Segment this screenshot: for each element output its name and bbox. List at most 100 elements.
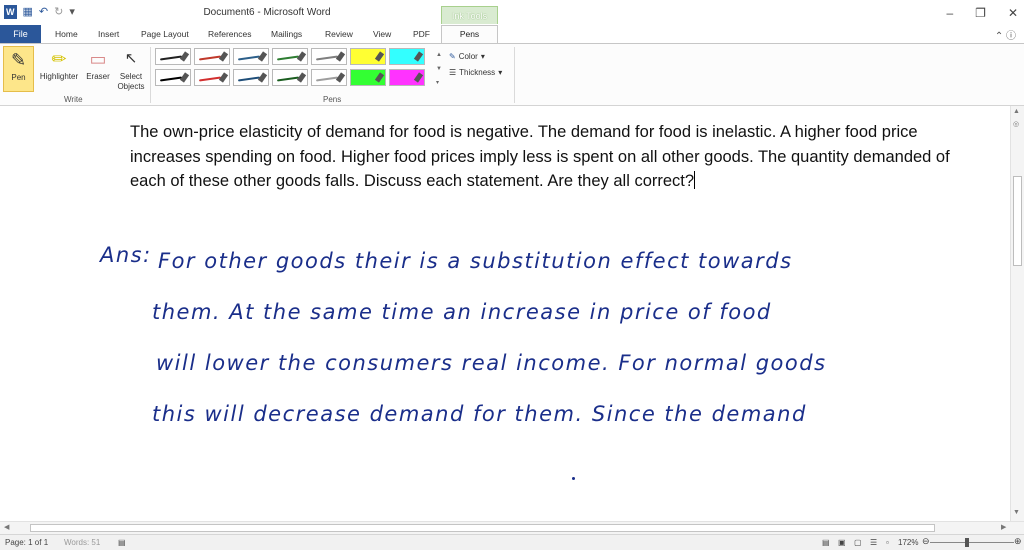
horizontal-scroll-thumb[interactable] bbox=[30, 524, 935, 532]
handwriting-line: will lower the consumers real income. Fo… bbox=[156, 351, 827, 375]
pen-tip-icon bbox=[257, 72, 268, 83]
ink-tools-context-label: Ink Tools bbox=[441, 6, 498, 26]
ink-dot bbox=[572, 477, 575, 480]
draft-icon[interactable]: ▫ bbox=[886, 538, 889, 547]
outline-icon[interactable]: ☰ bbox=[870, 538, 877, 547]
pen-tip-icon bbox=[218, 51, 229, 62]
pen-swatch[interactable] bbox=[311, 69, 347, 86]
color-button[interactable]: ✎ Color ▾ bbox=[449, 48, 502, 64]
thickness-button[interactable]: ☰ Thickness ▾ bbox=[449, 64, 502, 80]
pen-tip-icon bbox=[413, 51, 424, 62]
select-objects-label: Select Objects bbox=[117, 72, 145, 91]
pen-swatch[interactable] bbox=[155, 48, 191, 65]
document-canvas[interactable]: The own-price elasticity of demand for f… bbox=[0, 106, 1010, 521]
pen-icon: ✎ bbox=[10, 50, 27, 70]
cursor-icon: ↖ bbox=[124, 50, 138, 67]
zoom-level[interactable]: 172% bbox=[898, 538, 918, 547]
pen-tip-icon bbox=[296, 51, 307, 62]
pen-tip-icon bbox=[335, 72, 346, 83]
pen-swatch[interactable] bbox=[155, 69, 191, 86]
ruler-toggle-icon[interactable]: ◎ bbox=[1013, 120, 1019, 128]
help-icon[interactable]: ⌃ ⓘ bbox=[995, 27, 1016, 42]
highlighter-swatch[interactable] bbox=[350, 69, 386, 86]
proofing-icon[interactable]: ▤ bbox=[118, 538, 126, 547]
highlighter-icon: ✏ bbox=[51, 49, 67, 69]
window-controls: – ❐ ✕ bbox=[946, 6, 1018, 20]
select-objects-button[interactable]: ↖ Select Objects bbox=[115, 46, 147, 92]
scroll-down-icon[interactable]: ▼ bbox=[1013, 509, 1020, 516]
handwriting-line: Ans: bbox=[100, 243, 152, 267]
pen-tip-icon bbox=[335, 51, 346, 62]
pens-group-label: Pens bbox=[323, 95, 342, 104]
pen-tip-icon bbox=[296, 72, 307, 83]
text-caret bbox=[694, 171, 696, 189]
eraser-icon: ▭ bbox=[89, 49, 107, 69]
pen-tip-icon bbox=[179, 51, 190, 62]
tab-references[interactable]: References bbox=[208, 26, 251, 42]
tab-home[interactable]: Home bbox=[55, 26, 78, 42]
word-window: W ▦ ↶ ↻ ▾ Document6 - Microsoft Word Ink… bbox=[0, 0, 1024, 550]
pen-button[interactable]: ✎ Pen bbox=[3, 46, 34, 92]
pen-tip-icon bbox=[257, 51, 268, 62]
tab-file[interactable]: File bbox=[0, 25, 41, 43]
pen-tip-icon bbox=[374, 51, 385, 62]
group-separator bbox=[514, 47, 515, 103]
highlighter-swatch[interactable] bbox=[389, 69, 425, 86]
handwriting-line: them. At the same time an increase in pr… bbox=[152, 300, 772, 324]
zoom-slider[interactable] bbox=[930, 538, 1014, 547]
web-layout-icon[interactable]: ▢ bbox=[854, 538, 862, 547]
pen-swatch[interactable] bbox=[194, 69, 230, 86]
highlighter-button[interactable]: ✏ Highlighter bbox=[36, 46, 82, 92]
zoom-in-icon[interactable]: ⊕ bbox=[1014, 536, 1022, 547]
pen-swatch[interactable] bbox=[233, 48, 269, 65]
tab-pdf[interactable]: PDF bbox=[413, 26, 430, 42]
close-icon[interactable]: ✕ bbox=[1008, 6, 1018, 20]
print-layout-icon[interactable]: ▤ bbox=[822, 538, 830, 547]
pen-tip-icon bbox=[374, 72, 385, 83]
pen-label: Pen bbox=[11, 73, 26, 82]
horizontal-scrollbar[interactable]: ◀ ▶ bbox=[0, 521, 1024, 534]
highlighter-label: Highlighter bbox=[39, 72, 79, 81]
pen-tip-icon bbox=[413, 72, 424, 83]
pen-swatch[interactable] bbox=[272, 48, 308, 65]
minimize-icon[interactable]: – bbox=[946, 6, 953, 20]
scroll-left-icon[interactable]: ◀ bbox=[4, 523, 9, 531]
zoom-out-icon[interactable]: ⊖ bbox=[922, 536, 930, 547]
tab-page-layout[interactable]: Page Layout bbox=[141, 26, 189, 42]
thickness-icon: ☰ bbox=[449, 67, 457, 77]
handwriting-line: this will decrease demand for them. Sinc… bbox=[152, 402, 807, 426]
tab-pens[interactable]: Pens bbox=[441, 25, 498, 45]
full-screen-icon[interactable]: ▣ bbox=[838, 538, 846, 547]
scroll-up-icon[interactable]: ▲ bbox=[1013, 108, 1020, 115]
pen-swatch[interactable] bbox=[311, 48, 347, 65]
window-title: Document6 - Microsoft Word bbox=[203, 7, 331, 18]
group-separator bbox=[150, 47, 151, 103]
vertical-scroll-thumb[interactable] bbox=[1013, 176, 1022, 266]
pen-swatch[interactable] bbox=[272, 69, 308, 86]
pens-gallery bbox=[155, 48, 435, 86]
pen-tip-icon bbox=[179, 72, 190, 83]
write-group-label: Write bbox=[64, 95, 83, 104]
scroll-right-icon[interactable]: ▶ bbox=[1001, 523, 1006, 531]
pen-swatch[interactable] bbox=[233, 69, 269, 86]
status-bar: Page: 1 of 1 Words: 51 ▤ ▤ ▣ ▢ ☰ ▫ 172% … bbox=[0, 534, 1024, 550]
eraser-button[interactable]: ▭ Eraser bbox=[83, 46, 113, 92]
restore-icon[interactable]: ❐ bbox=[975, 6, 986, 20]
vertical-scrollbar[interactable]: ▲ ◎ ▼ bbox=[1010, 106, 1024, 521]
highlighter-swatch[interactable] bbox=[389, 48, 425, 65]
document-text[interactable]: The own-price elasticity of demand for f… bbox=[130, 120, 950, 194]
tab-review[interactable]: Review bbox=[325, 26, 353, 42]
gallery-scroll[interactable]: ▲ ▼ ▾ bbox=[436, 48, 444, 90]
tab-mailings[interactable]: Mailings bbox=[271, 26, 302, 42]
pen-options: ✎ Color ▾ ☰ Thickness ▾ bbox=[449, 48, 502, 80]
pen-tip-icon bbox=[218, 72, 229, 83]
zoom-slider-knob[interactable] bbox=[965, 538, 970, 547]
page-count[interactable]: Page: 1 of 1 bbox=[5, 538, 48, 547]
title-bar: W ▦ ↶ ↻ ▾ Document6 - Microsoft Word Ink… bbox=[0, 0, 1024, 26]
pen-swatch[interactable] bbox=[194, 48, 230, 65]
highlighter-swatch[interactable] bbox=[350, 48, 386, 65]
word-count[interactable]: Words: 51 bbox=[64, 538, 100, 547]
tab-view[interactable]: View bbox=[373, 26, 391, 42]
tab-insert[interactable]: Insert bbox=[98, 26, 119, 42]
handwriting-line: For other goods their is a substitution … bbox=[158, 249, 793, 273]
